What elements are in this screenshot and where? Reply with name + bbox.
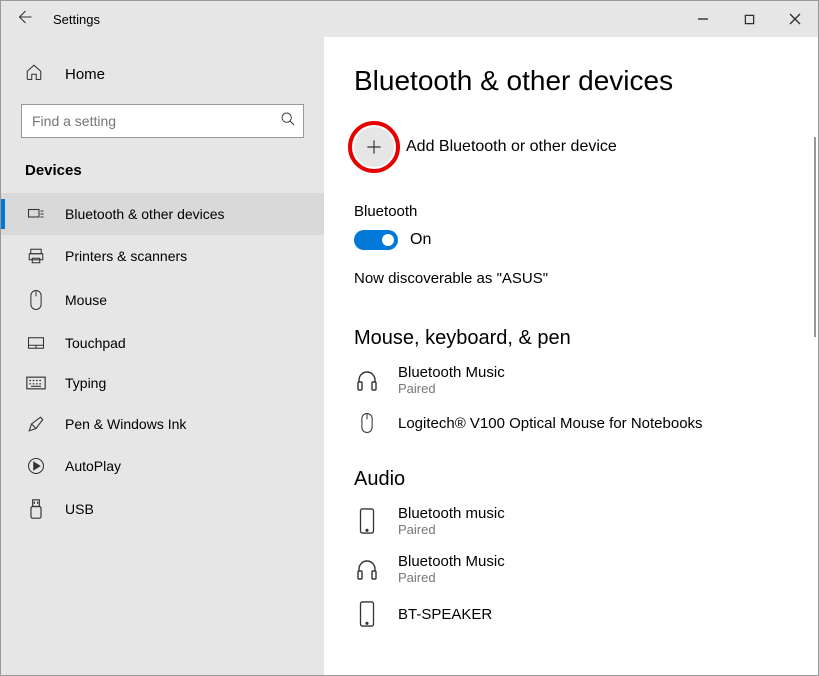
headphones-icon — [354, 368, 380, 392]
device-item[interactable]: Logitech® V100 Optical Mouse for Noteboo… — [354, 412, 804, 434]
discoverable-text: Now discoverable as "ASUS" — [354, 270, 804, 287]
category-title: Audio — [354, 468, 804, 491]
sidebar-item-label: Mouse — [65, 292, 107, 308]
search-icon — [280, 111, 296, 132]
sidebar-item-label: Pen & Windows Ink — [65, 416, 186, 432]
bluetooth-label: Bluetooth — [354, 203, 804, 220]
autoplay-icon — [25, 457, 47, 475]
device-status: Paired — [398, 570, 505, 585]
back-button[interactable] — [1, 8, 47, 31]
page-heading: Bluetooth & other devices — [354, 65, 804, 97]
sidebar-item-printers-scanners[interactable]: Printers & scanners — [1, 235, 324, 277]
category-title: Mouse, keyboard, & pen — [354, 327, 804, 350]
pen-icon — [25, 415, 47, 433]
main-panel: Bluetooth & other devices Add Bluetooth … — [324, 37, 818, 675]
toggle-state-label: On — [410, 231, 431, 249]
sidebar: Home Devices Bluetooth & other devices Pr… — [1, 37, 324, 675]
section-heading: Devices — [1, 162, 324, 193]
titlebar: Settings — [1, 1, 818, 37]
sidebar-item-label: Bluetooth & other devices — [65, 206, 225, 222]
home-link[interactable]: Home — [1, 57, 324, 104]
keyboard-icon — [25, 376, 47, 390]
device-item[interactable]: Bluetooth MusicPaired — [354, 364, 804, 396]
touchpad-icon — [25, 336, 47, 350]
sidebar-item-label: Printers & scanners — [65, 248, 187, 264]
add-device-button[interactable]: Add Bluetooth or other device — [354, 127, 804, 167]
bluetooth-toggle-row: On — [354, 230, 804, 250]
device-status: Paired — [398, 522, 505, 537]
sidebar-item-label: AutoPlay — [65, 458, 121, 474]
device-category: Mouse, keyboard, & pen Bluetooth MusicPai… — [354, 327, 804, 434]
maximize-button[interactable] — [726, 1, 772, 37]
sidebar-item-touchpad[interactable]: Touchpad — [1, 323, 324, 363]
sidebar-item-usb[interactable]: USB — [1, 487, 324, 531]
bluetooth-devices-icon — [25, 205, 47, 223]
device-status: Paired — [398, 381, 505, 396]
scrollbar[interactable] — [814, 137, 816, 337]
usb-icon — [25, 499, 47, 519]
sidebar-item-label: USB — [65, 501, 94, 517]
plus-wrap — [354, 127, 394, 167]
headphones-icon — [354, 557, 380, 581]
home-icon — [25, 63, 47, 86]
device-name: Bluetooth music — [398, 505, 505, 522]
printer-icon — [25, 247, 47, 265]
sidebar-item-label: Typing — [65, 375, 106, 391]
device-item[interactable]: BT-SPEAKER — [354, 601, 804, 627]
minimize-button[interactable] — [680, 1, 726, 37]
window-title: Settings — [47, 12, 680, 27]
sidebar-item-pen-windows-ink[interactable]: Pen & Windows Ink — [1, 403, 324, 445]
search-container — [21, 104, 304, 138]
sidebar-item-typing[interactable]: Typing — [1, 363, 324, 403]
sidebar-item-bluetooth-other-devices[interactable]: Bluetooth & other devices — [1, 193, 324, 235]
plus-icon — [354, 127, 394, 167]
mouse-icon — [354, 412, 380, 434]
add-device-label: Add Bluetooth or other device — [406, 138, 617, 156]
sidebar-item-mouse[interactable]: Mouse — [1, 277, 324, 323]
device-name: Bluetooth Music — [398, 364, 505, 381]
device-categories: Mouse, keyboard, & penBluetooth MusicPai… — [354, 327, 804, 627]
phone-icon — [354, 508, 380, 534]
bluetooth-toggle[interactable] — [354, 230, 398, 250]
device-category: AudioBluetooth musicPairedBluetooth Musi… — [354, 468, 804, 627]
device-name: Bluetooth Music — [398, 553, 505, 570]
nav-list: Bluetooth & other devices Printers & scan… — [1, 193, 324, 531]
device-item[interactable]: Bluetooth MusicPaired — [354, 553, 804, 585]
home-label: Home — [65, 66, 105, 83]
mouse-icon — [25, 289, 47, 311]
sidebar-item-autoplay[interactable]: AutoPlay — [1, 445, 324, 487]
phone-icon — [354, 601, 380, 627]
window-controls — [680, 1, 818, 37]
sidebar-item-label: Touchpad — [65, 335, 126, 351]
device-name: BT-SPEAKER — [398, 606, 492, 623]
close-button[interactable] — [772, 1, 818, 37]
device-name: Logitech® V100 Optical Mouse for Noteboo… — [398, 415, 703, 432]
content-area: Home Devices Bluetooth & other devices Pr… — [1, 37, 818, 675]
device-item[interactable]: Bluetooth musicPaired — [354, 505, 804, 537]
search-input[interactable] — [21, 104, 304, 138]
